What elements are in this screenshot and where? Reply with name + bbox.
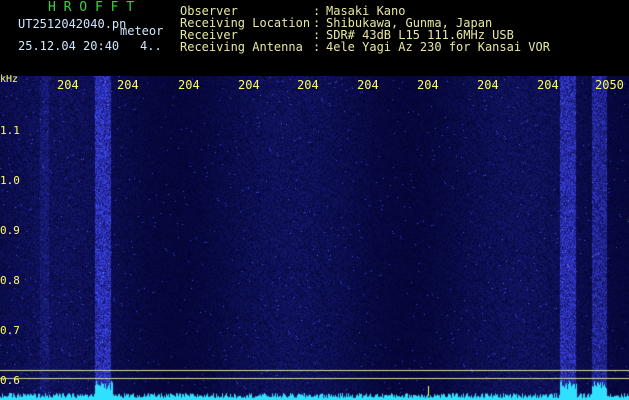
sep-antenna: : [313, 40, 321, 54]
datetime: 25.12.04 20:40 [18, 39, 120, 53]
app-title: H R O F F T [48, 0, 135, 15]
filename-suffix: meteor [120, 24, 164, 38]
y-tick-0-9: 0.9 [0, 224, 20, 237]
x-tick-3: 204 [178, 78, 200, 92]
filename: UT2512042040.pn [18, 17, 127, 31]
y-axis-unit: kHz [0, 74, 19, 85]
x-tick-6: 204 [357, 78, 379, 92]
y-tick-0-6: 0.6 [0, 374, 20, 387]
x-tick-9: 204 [537, 78, 559, 92]
x-tick-7: 204 [417, 78, 439, 92]
x-tick-8: 204 [477, 78, 499, 92]
label-antenna: Receiving Antenna [180, 40, 303, 54]
x-tick-1: 204 [57, 78, 79, 92]
x-tick-10: 2050 [595, 78, 624, 92]
y-tick-1-1: 1.1 [0, 124, 20, 137]
x-tick-4: 204 [238, 78, 260, 92]
x-tick-2: 204 [117, 78, 139, 92]
y-tick-1-0: 1.0 [0, 174, 20, 187]
x-tick-5: 204 [297, 78, 319, 92]
value-antenna: 4ele Yagi Az 230 for Kansai VOR [326, 40, 550, 54]
spectrogram-canvas [0, 76, 629, 400]
page-indicator: 4.. [140, 39, 162, 53]
header-panel: H R O F F T UT2512042040.pn meteor 25.12… [0, 0, 629, 76]
y-tick-0-7: 0.7 [0, 324, 20, 337]
y-tick-0-8: 0.8 [0, 274, 20, 287]
